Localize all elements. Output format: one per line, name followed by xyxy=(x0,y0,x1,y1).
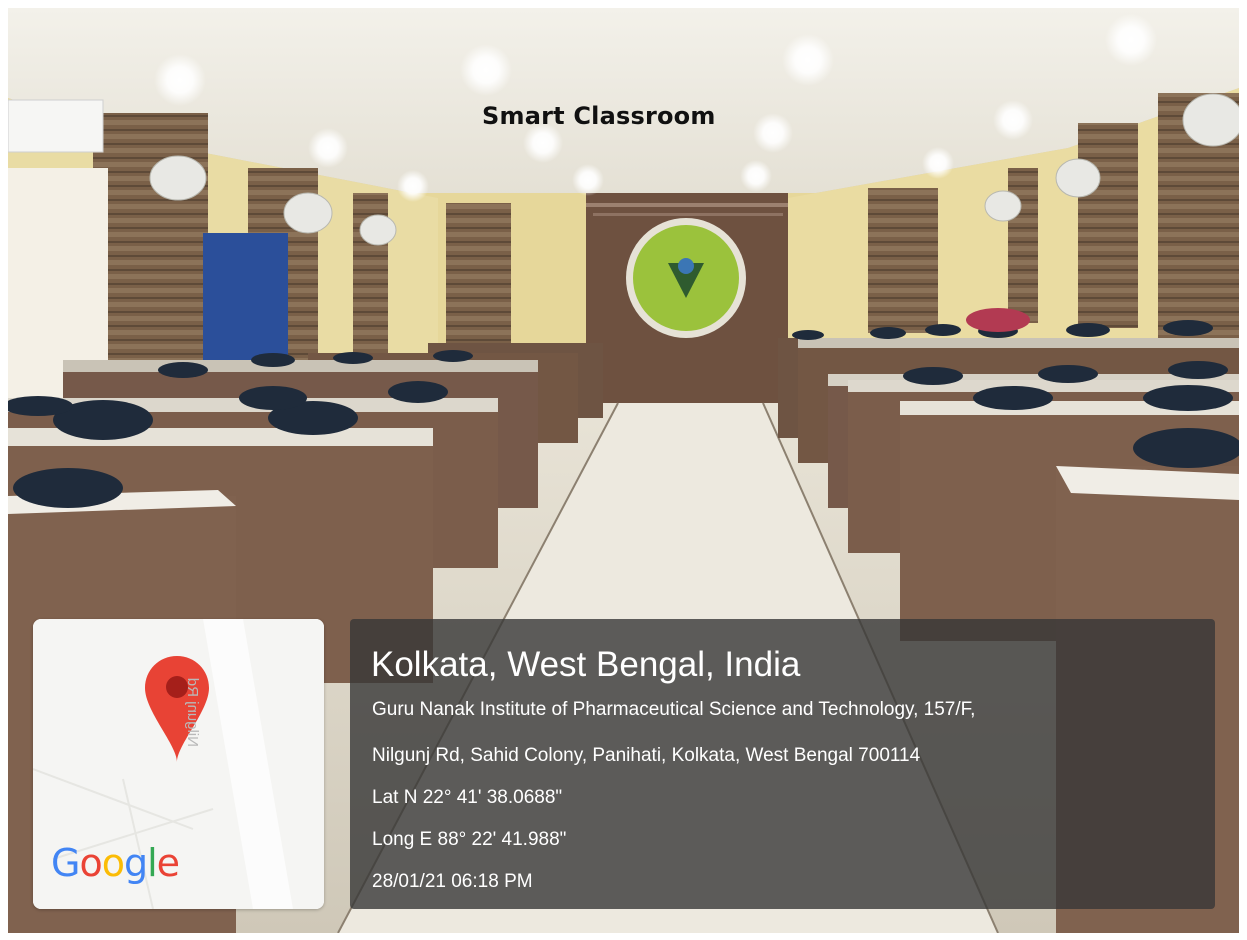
map-road-label: Nilgunj Rd xyxy=(184,677,201,747)
google-logo-letter: G xyxy=(51,841,80,885)
wall-panel xyxy=(93,113,208,368)
longitude: Long E 88° 22' 41.988" xyxy=(372,829,567,850)
ceiling-light xyxy=(753,113,793,153)
ceiling-light xyxy=(308,128,348,168)
wall-panel xyxy=(446,203,511,343)
address-line-2: Nilgunj Rd, Sahid Colony, Panihati, Kolk… xyxy=(372,745,921,766)
stage-stripe xyxy=(593,213,783,216)
ceiling-light xyxy=(993,100,1033,140)
google-logo-letter: o xyxy=(79,841,102,885)
google-logo: Google xyxy=(51,841,180,885)
air-conditioner xyxy=(8,99,104,153)
wall-fan xyxy=(283,192,333,234)
door xyxy=(203,233,288,363)
ceiling-light xyxy=(460,44,512,96)
ceiling-light xyxy=(740,160,772,192)
wall-fan xyxy=(149,155,207,201)
wall-fan xyxy=(1182,93,1239,147)
wall-panel xyxy=(1008,168,1038,323)
ceiling-light xyxy=(572,164,604,196)
ceiling-light xyxy=(154,54,206,106)
timestamp: 28/01/21 06:18 PM xyxy=(372,871,533,892)
location-info-panel: Kolkata, West Bengal, India Guru Nanak I… xyxy=(350,619,1215,909)
stage-stripe xyxy=(586,203,788,207)
google-logo-letter: e xyxy=(156,841,180,885)
ceiling-light xyxy=(1105,14,1157,66)
google-logo-letter: g xyxy=(123,841,148,885)
google-logo-letter: o xyxy=(101,841,125,885)
address-line-1: Guru Nanak Institute of Pharmaceutical S… xyxy=(372,699,976,720)
latitude: Lat N 22° 41' 38.0688" xyxy=(372,787,563,808)
ceiling-light xyxy=(922,147,954,179)
wall-fan xyxy=(1055,158,1101,198)
photo-title: Smart Classroom xyxy=(482,102,716,130)
location-city: Kolkata, West Bengal, India xyxy=(371,645,801,684)
ceiling-light xyxy=(782,34,834,86)
google-logo-letter: l xyxy=(147,841,158,885)
wall-panel xyxy=(1078,123,1138,328)
emblem-dot xyxy=(678,258,694,274)
wall-panel xyxy=(868,188,938,333)
ceiling-light xyxy=(397,170,429,202)
map-thumbnail[interactable]: Nilgunj Rd Google xyxy=(33,619,324,909)
wall-fan xyxy=(984,190,1022,222)
wall-fan xyxy=(359,214,397,246)
